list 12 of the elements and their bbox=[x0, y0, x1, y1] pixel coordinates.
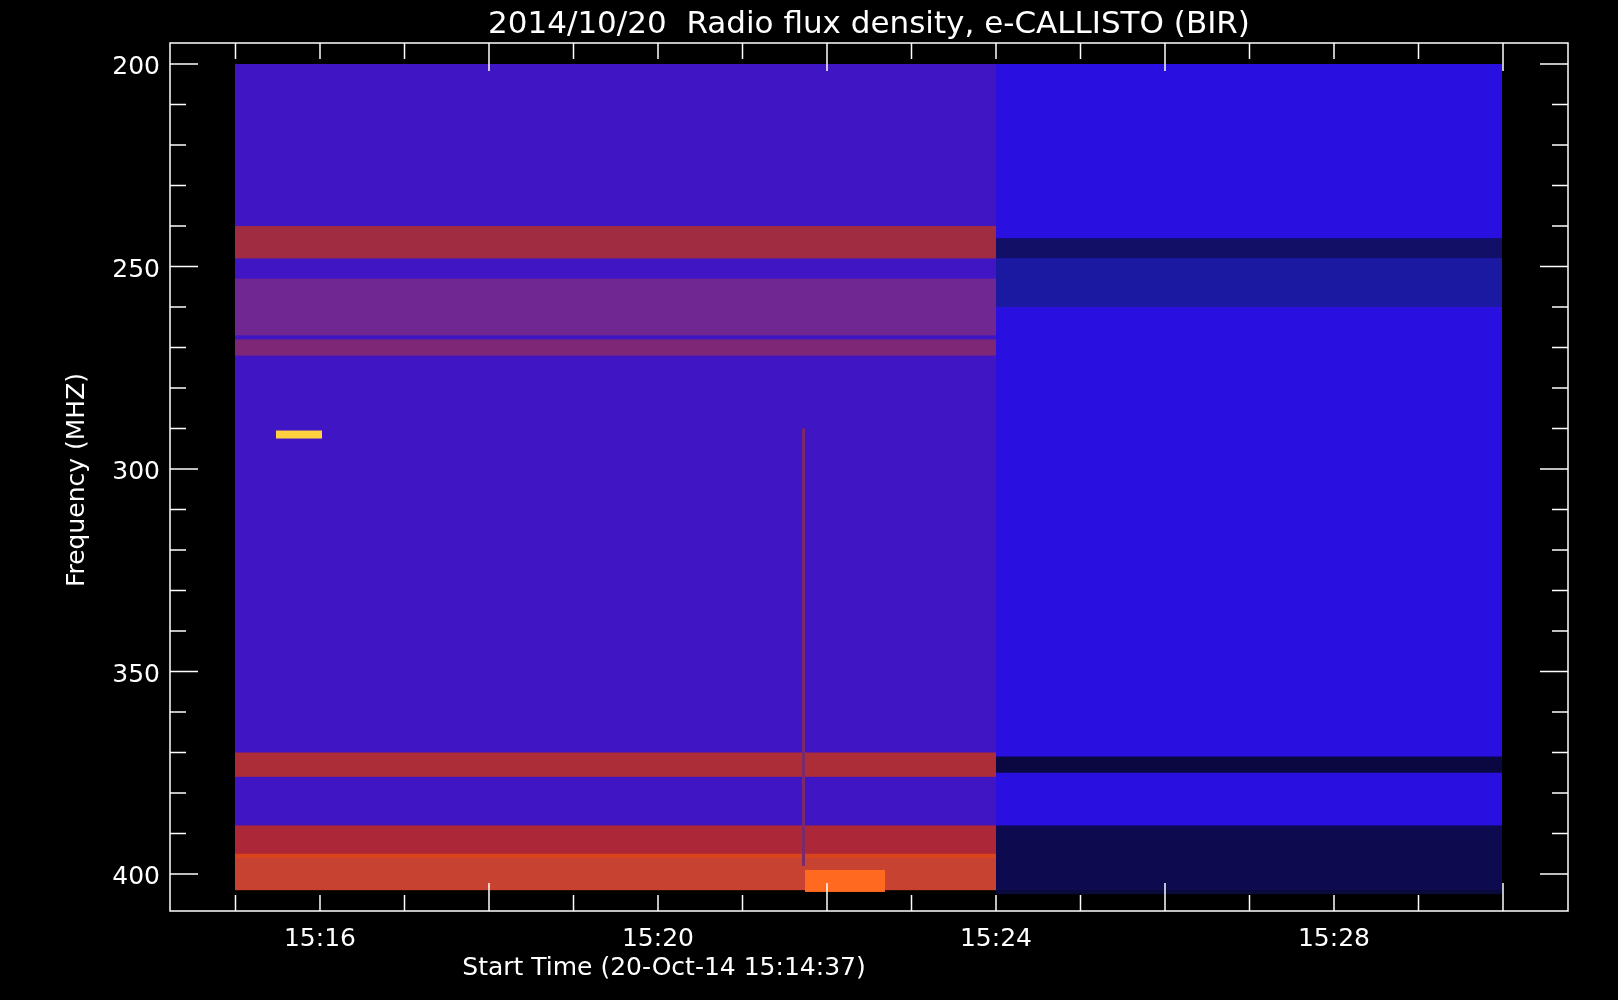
tick-label: 300 bbox=[112, 456, 160, 485]
tick-label: 15:28 bbox=[1298, 923, 1370, 952]
tick-label: 350 bbox=[112, 658, 160, 688]
tick-label: 400 bbox=[112, 861, 160, 890]
tick-label: 15:16 bbox=[284, 923, 356, 952]
tick-label: 15:20 bbox=[622, 923, 694, 952]
axis-label: Frequency (MHZ) bbox=[61, 372, 90, 588]
tick-label: 15:24 bbox=[960, 923, 1032, 952]
tick-label: 200 bbox=[112, 51, 160, 80]
plot-title: 2014/10/20 Radio flux density, e-CALLISTO (BIR) bbox=[488, 4, 1250, 40]
tick-label: 250 bbox=[112, 253, 160, 283]
axis-label: Start Time (20-Oct-14 15:14:37) bbox=[462, 952, 866, 981]
